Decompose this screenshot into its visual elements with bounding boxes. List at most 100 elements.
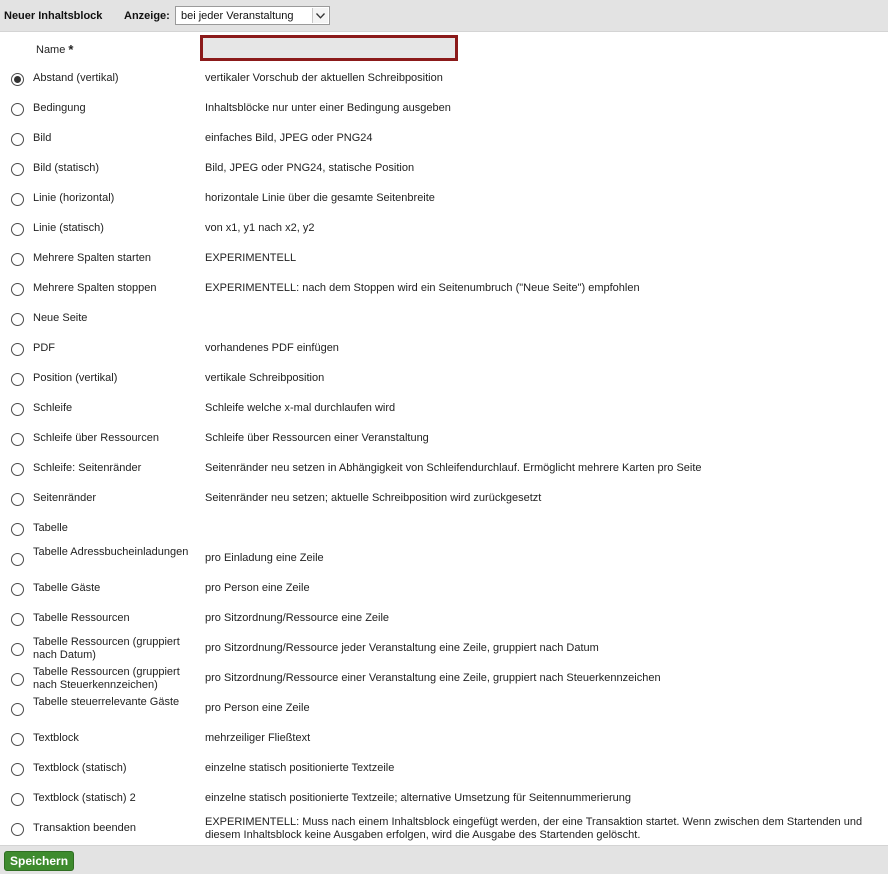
option-radio[interactable] bbox=[11, 793, 24, 806]
option-label: Tabelle bbox=[33, 522, 68, 534]
option-row[interactable]: Tabelle Adressbucheinladungen pro Einladu… bbox=[0, 544, 888, 574]
option-description: pro Person eine Zeile bbox=[205, 582, 310, 594]
option-label: Tabelle Adressbucheinladungen bbox=[33, 546, 189, 558]
option-description: pro Sitzordnung/Ressource eine Zeile bbox=[205, 612, 390, 624]
option-radio[interactable] bbox=[11, 523, 24, 536]
option-row[interactable]: Tabelle Ressourcen (gruppiert nach Steue… bbox=[0, 664, 888, 694]
option-description: vertikaler Vorschub der aktuellen Schrei… bbox=[205, 72, 443, 84]
option-row[interactable]: Transaktion beenden EXPERIMENTELL: Muss n… bbox=[0, 814, 888, 844]
option-label: Textblock bbox=[33, 732, 79, 744]
option-row[interactable]: Linie (statisch) von x1, y1 nach x2, y2 bbox=[0, 214, 888, 244]
option-row[interactable]: Bedingung Inhaltsblöcke nur unter einer B… bbox=[0, 94, 888, 124]
anzeige-select-value: bei jeder Veranstaltung bbox=[181, 10, 294, 22]
option-row[interactable]: Tabelle steuerrelevante Gäste pro Person … bbox=[0, 694, 888, 724]
option-row[interactable]: Seitenränder Seitenränder neu setzen; akt… bbox=[0, 484, 888, 514]
option-radio[interactable] bbox=[11, 253, 24, 266]
option-description: einzelne statisch positionierte Textzeil… bbox=[205, 762, 395, 774]
option-radio[interactable] bbox=[11, 703, 24, 716]
option-radio[interactable] bbox=[11, 223, 24, 236]
option-row[interactable]: Textblock mehrzeiliger Fließtext bbox=[0, 724, 888, 754]
option-radio[interactable] bbox=[11, 673, 24, 686]
option-radio[interactable] bbox=[11, 643, 24, 656]
option-row[interactable]: Schleife über Ressourcen Schleife über Re… bbox=[0, 424, 888, 454]
option-label: Mehrere Spalten stoppen bbox=[33, 282, 157, 294]
option-radio[interactable] bbox=[11, 553, 24, 566]
option-radio[interactable] bbox=[11, 613, 24, 626]
page-title: Neuer Inhaltsblock bbox=[4, 10, 103, 22]
option-description: EXPERIMENTELL: Muss nach einem Inhaltsbl… bbox=[205, 816, 863, 841]
option-label: Linie (statisch) bbox=[33, 222, 104, 234]
option-radio[interactable] bbox=[11, 343, 24, 356]
option-label: Seitenränder bbox=[33, 492, 96, 504]
option-radio[interactable] bbox=[11, 463, 24, 476]
save-button[interactable]: Speichern bbox=[4, 851, 75, 871]
option-radio[interactable] bbox=[11, 103, 24, 116]
option-description: Bild, JPEG oder PNG24, statische Positio… bbox=[205, 162, 415, 174]
option-row[interactable]: Mehrere Spalten stoppen EXPERIMENTELL: na… bbox=[0, 274, 888, 304]
option-description: pro Einladung eine Zeile bbox=[205, 552, 324, 564]
option-description: horizontale Linie über die gesamte Seite… bbox=[205, 192, 435, 204]
option-row[interactable]: Tabelle Ressourcen pro Sitzordnung/Ressou… bbox=[0, 604, 888, 634]
option-description: Schleife welche x-mal durchlaufen wird bbox=[205, 402, 396, 414]
option-row[interactable]: Schleife: Seitenränder Seitenränder neu s… bbox=[0, 454, 888, 484]
name-label: Name * bbox=[36, 41, 74, 57]
option-label: Abstand (vertikal) bbox=[33, 72, 119, 84]
name-input[interactable] bbox=[200, 35, 458, 61]
option-label: Textblock (statisch) 2 bbox=[33, 792, 136, 804]
anzeige-select[interactable]: bei jeder Veranstaltung bbox=[175, 6, 330, 25]
option-description: EXPERIMENTELL: nach dem Stoppen wird ein… bbox=[205, 282, 640, 294]
option-row[interactable]: Linie (horizontal) horizontale Linie über… bbox=[0, 184, 888, 214]
option-label: Position (vertikal) bbox=[33, 372, 118, 384]
option-radio[interactable] bbox=[11, 493, 24, 506]
option-description: Seitenränder neu setzen in Abhängigkeit … bbox=[205, 462, 702, 474]
option-label: Transaktion beenden bbox=[33, 822, 136, 834]
option-row[interactable]: Neue Seite bbox=[0, 304, 888, 334]
option-description: einfaches Bild, JPEG oder PNG24 bbox=[205, 132, 373, 144]
option-description: pro Sitzordnung/Ressource jeder Veransta… bbox=[205, 642, 599, 654]
option-radio[interactable] bbox=[11, 283, 24, 296]
name-label-text: Name bbox=[36, 44, 66, 56]
option-radio[interactable] bbox=[11, 733, 24, 746]
option-label: Tabelle Ressourcen bbox=[33, 612, 130, 624]
option-description: von x1, y1 nach x2, y2 bbox=[205, 222, 315, 234]
option-row[interactable]: Tabelle Ressourcen (gruppiert nach Datum… bbox=[0, 634, 888, 664]
option-label: Tabelle Gäste bbox=[33, 582, 101, 594]
option-row[interactable]: Schleife Schleife welche x-mal durchlaufe… bbox=[0, 394, 888, 424]
option-label: Textblock (statisch) bbox=[33, 762, 127, 774]
option-radio[interactable] bbox=[11, 193, 24, 206]
option-label: PDF bbox=[33, 342, 55, 354]
option-radio[interactable] bbox=[11, 823, 24, 836]
option-row[interactable]: Tabelle bbox=[0, 514, 888, 544]
option-row[interactable]: Textblock (statisch) 2 einzelne statisch … bbox=[0, 784, 888, 814]
option-row[interactable]: Tabelle Gäste pro Person eine Zeile bbox=[0, 574, 888, 604]
option-radio[interactable] bbox=[11, 133, 24, 146]
option-row[interactable]: Bild (statisch) Bild, JPEG oder PNG24, st… bbox=[0, 154, 888, 184]
option-label: Schleife über Ressourcen bbox=[33, 432, 159, 444]
option-description: Inhaltsblöcke nur unter einer Bedingung … bbox=[205, 102, 451, 114]
option-label: Mehrere Spalten starten bbox=[33, 252, 152, 264]
option-radio[interactable] bbox=[11, 583, 24, 596]
required-mark: * bbox=[68, 42, 74, 57]
option-row[interactable]: Mehrere Spalten starten EXPERIMENTELL bbox=[0, 244, 888, 274]
option-label: Tabelle Ressourcen (gruppiert nach Datum… bbox=[33, 636, 180, 661]
option-radio[interactable] bbox=[11, 403, 24, 416]
name-row: Name * bbox=[0, 34, 888, 64]
option-description: pro Person eine Zeile bbox=[205, 702, 310, 714]
option-row[interactable]: Abstand (vertikal) vertikaler Vorschub de… bbox=[0, 64, 888, 94]
option-label: Linie (horizontal) bbox=[33, 192, 115, 204]
option-description: mehrzeiliger Fließtext bbox=[205, 732, 311, 744]
option-radio[interactable] bbox=[11, 73, 24, 86]
option-radio[interactable] bbox=[11, 763, 24, 776]
option-description: einzelne statisch positionierte Textzeil… bbox=[205, 792, 631, 804]
option-radio[interactable] bbox=[11, 373, 24, 386]
option-radio[interactable] bbox=[11, 163, 24, 176]
option-row[interactable]: Position (vertikal) vertikale Schreibposi… bbox=[0, 364, 888, 394]
option-radio[interactable] bbox=[11, 313, 24, 326]
option-row[interactable]: PDF vorhandenes PDF einfügen bbox=[0, 334, 888, 364]
option-description: Seitenränder neu setzen; aktuelle Schrei… bbox=[205, 492, 542, 504]
option-row[interactable]: Bild einfaches Bild, JPEG oder PNG24 bbox=[0, 124, 888, 154]
option-radio[interactable] bbox=[11, 433, 24, 446]
chevron-down-icon[interactable] bbox=[312, 8, 328, 23]
option-label: Schleife: Seitenränder bbox=[33, 462, 142, 474]
option-row[interactable]: Textblock (statisch) einzelne statisch po… bbox=[0, 754, 888, 784]
